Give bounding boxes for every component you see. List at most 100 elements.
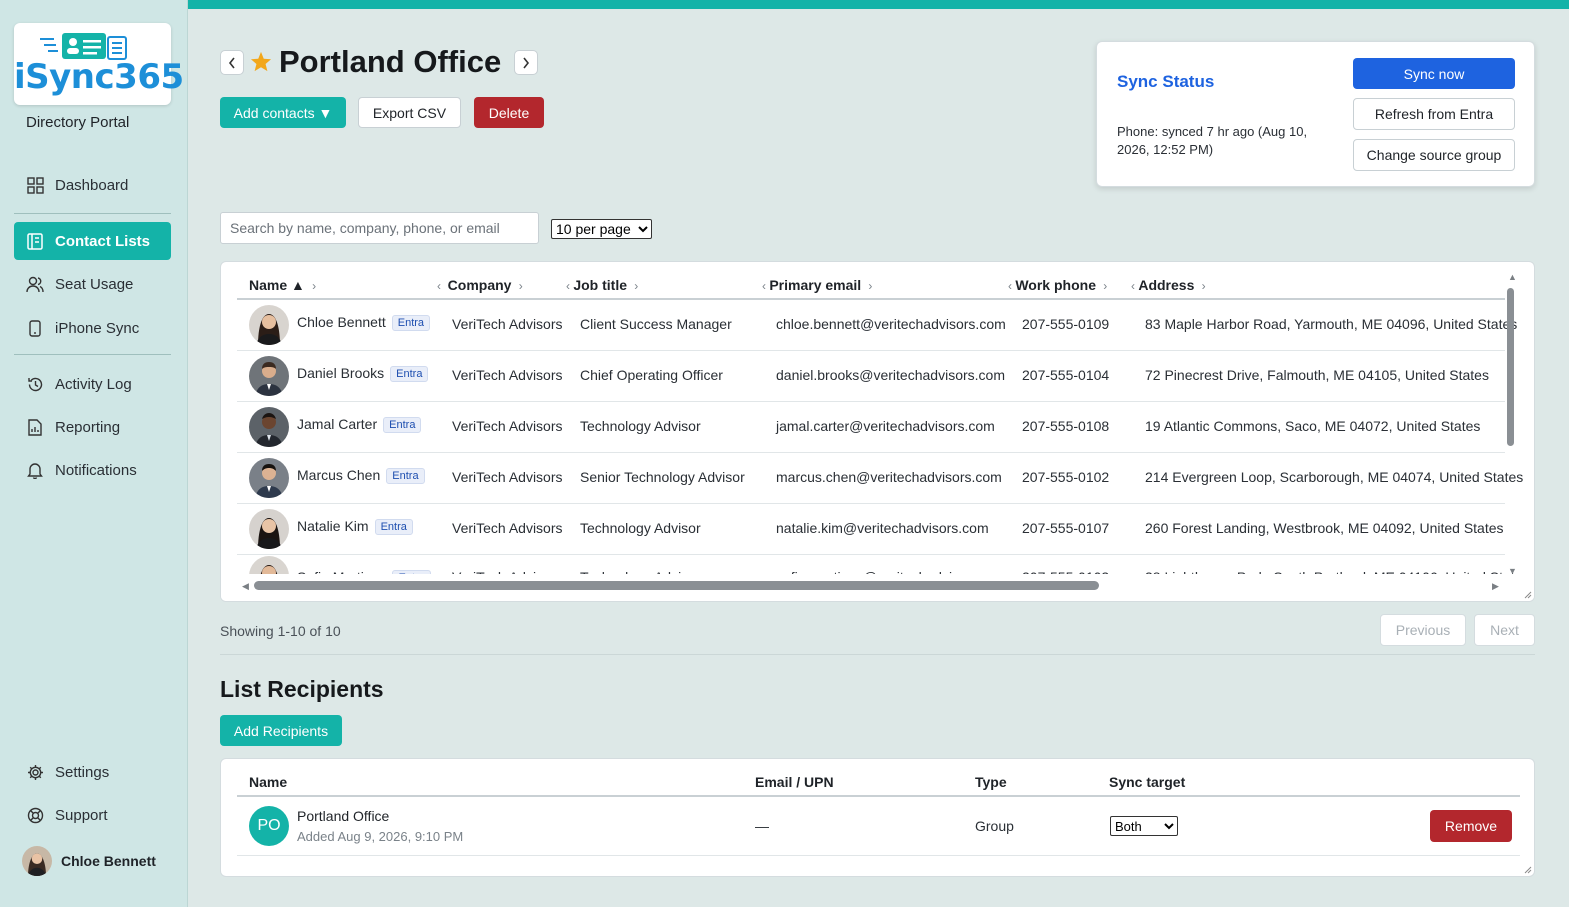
table-row[interactable]: Daniel Brooks Entra VeriTech Advisors Chi…: [237, 351, 1505, 402]
avatar: [249, 356, 289, 396]
chevron-right-icon: ›: [630, 279, 639, 293]
column-header-address[interactable]: ‹ Address ›: [1131, 277, 1206, 293]
contact-name[interactable]: Natalie Kim Entra: [297, 518, 413, 536]
contact-name[interactable]: Jamal Carter Entra: [297, 416, 422, 434]
contact-name-text: Jamal Carter: [297, 416, 378, 432]
sidebar-item-settings[interactable]: Settings: [14, 753, 171, 791]
contact-address: 19 Atlantic Commons, Saco, ME 04072, Uni…: [1145, 418, 1481, 434]
sidebar-item-label: Notifications: [55, 461, 137, 479]
contact-email[interactable]: marcus.chen@veritechadvisors.com: [776, 469, 1002, 485]
forward-button[interactable]: [514, 50, 538, 75]
logo[interactable]: iSync365: [14, 23, 184, 105]
contact-email[interactable]: chloe.bennett@veritechadvisors.com: [776, 316, 1006, 332]
recipient-name: Portland Office: [297, 808, 390, 824]
sync-target-select[interactable]: Both: [1110, 816, 1178, 836]
resize-handle-icon[interactable]: [1524, 866, 1532, 874]
sidebar: iSync365 Directory Portal Dashboard Cont…: [0, 0, 188, 907]
column-header-name[interactable]: Name ▲ ›: [249, 277, 316, 293]
sync-status-text: Phone: synced 7 hr ago (Aug 10, 2026, 12…: [1117, 124, 1308, 157]
export-csv-button[interactable]: Export CSV: [358, 97, 461, 128]
column-header-job-title[interactable]: ‹ Job title ›: [566, 277, 638, 293]
scroll-up-icon[interactable]: ▲: [1508, 272, 1517, 282]
column-header-name: Name: [249, 774, 288, 790]
refresh-from-entra-button[interactable]: Refresh from Entra: [1353, 98, 1515, 130]
source-badge: Entra: [374, 519, 413, 536]
contact-address: 72 Pinecrest Drive, Falmouth, ME 04105, …: [1145, 367, 1489, 383]
vertical-scrollbar[interactable]: [1507, 288, 1514, 446]
contact-name[interactable]: Marcus Chen Entra: [297, 467, 425, 485]
contact-email[interactable]: natalie.kim@veritechadvisors.com: [776, 520, 989, 536]
sidebar-item-contact-lists[interactable]: Contact Lists: [14, 222, 171, 260]
add-recipients-button[interactable]: Add Recipients: [220, 715, 342, 746]
logo-text: iSync365: [14, 57, 184, 97]
avatar: [249, 305, 289, 345]
chevron-right-icon: ›: [865, 279, 873, 293]
star-icon[interactable]: [250, 51, 272, 72]
sidebar-item-label: Settings: [55, 763, 110, 781]
portal-label: Directory Portal: [26, 114, 130, 131]
sync-now-button[interactable]: Sync now: [1353, 58, 1515, 89]
sidebar-item-activity-log[interactable]: Activity Log: [14, 365, 171, 403]
next-button[interactable]: Next: [1474, 614, 1535, 646]
recipient-type: Group: [975, 818, 1014, 834]
sidebar-item-label: Support: [55, 806, 108, 824]
table-row[interactable]: Chloe Bennett Entra VeriTech Advisors Cli…: [237, 300, 1517, 351]
contact-name[interactable]: Daniel Brooks Entra: [297, 365, 429, 383]
change-source-group-button[interactable]: Change source group: [1353, 139, 1515, 171]
avatar: [249, 407, 289, 447]
sidebar-item-dashboard[interactable]: Dashboard: [14, 166, 171, 204]
source-badge: Entra: [390, 366, 429, 383]
sidebar-item-iphone-sync[interactable]: iPhone Sync: [14, 309, 171, 347]
contact-phone[interactable]: 207-555-0102: [1022, 469, 1109, 485]
lifebuoy-icon: [26, 806, 44, 824]
contact-company: VeriTech Advisors: [452, 469, 563, 485]
contact-email[interactable]: daniel.brooks@veritechadvisors.com: [776, 367, 1005, 383]
table-row[interactable]: Jamal Carter Entra VeriTech Advisors Tech…: [237, 402, 1505, 453]
scroll-right-icon[interactable]: ▶: [1492, 581, 1499, 592]
chevron-left-icon: [228, 57, 235, 68]
contact-name-text: Chloe Bennett: [297, 314, 386, 330]
contact-email[interactable]: jamal.carter@veritechadvisors.com: [776, 418, 995, 434]
sync-status-title: Sync Status: [1117, 72, 1215, 91]
sidebar-item-reporting[interactable]: Reporting: [14, 408, 171, 446]
sidebar-item-label: Contact Lists: [55, 232, 151, 250]
column-label: Company: [447, 277, 512, 293]
report-icon: [26, 418, 44, 436]
resize-handle-icon[interactable]: [1524, 591, 1532, 599]
column-header-primary-email[interactable]: ‹ Primary email ›: [762, 277, 872, 293]
sidebar-item-notifications[interactable]: Notifications: [14, 451, 171, 489]
contact-company: VeriTech Advisors: [452, 520, 563, 536]
contact-name[interactable]: Chloe Bennett Entra: [297, 314, 431, 332]
add-contacts-button[interactable]: Add contacts ▼: [220, 97, 346, 128]
chevron-right-icon: [523, 57, 530, 68]
scroll-left-icon[interactable]: ◀: [242, 581, 249, 592]
contact-list-icon: [26, 232, 44, 250]
user-profile[interactable]: Chloe Bennett: [22, 846, 156, 876]
scroll-down-icon[interactable]: ▼: [1508, 566, 1517, 576]
contact-phone[interactable]: 207-555-0109: [1022, 316, 1109, 332]
table-row[interactable]: Marcus Chen Entra VeriTech Advisors Senio…: [237, 453, 1523, 504]
column-header-work-phone[interactable]: ‹ Work phone ›: [1008, 277, 1107, 293]
back-button[interactable]: [220, 50, 244, 75]
contact-address: 260 Forest Landing, Westbrook, ME 04092,…: [1145, 520, 1504, 536]
contact-phone[interactable]: 207-555-0104: [1022, 367, 1109, 383]
column-header-company[interactable]: ‹ Company ›: [437, 277, 523, 293]
previous-button[interactable]: Previous: [1380, 614, 1466, 646]
contact-phone[interactable]: 207-555-0107: [1022, 520, 1109, 536]
search-input[interactable]: [220, 212, 539, 244]
horizontal-scrollbar[interactable]: [254, 581, 1099, 590]
sidebar-item-label: Reporting: [55, 418, 121, 436]
per-page-select[interactable]: 10 per page: [551, 219, 652, 239]
column-label: Primary email: [769, 277, 862, 293]
bell-icon: [26, 461, 44, 479]
group-avatar: PO: [249, 806, 289, 846]
delete-button[interactable]: Delete: [474, 97, 544, 128]
sidebar-item-seat-usage[interactable]: Seat Usage: [14, 265, 171, 303]
remove-button[interactable]: Remove: [1430, 810, 1512, 842]
contact-job-title: Chief Operating Officer: [580, 367, 723, 383]
contact-phone[interactable]: 207-555-0108: [1022, 418, 1109, 434]
column-label: Address: [1138, 277, 1195, 293]
sidebar-item-support[interactable]: Support: [14, 796, 171, 834]
table-row[interactable]: Natalie Kim Entra VeriTech Advisors Techn…: [237, 504, 1505, 555]
user-name: Chloe Bennett: [61, 853, 156, 869]
